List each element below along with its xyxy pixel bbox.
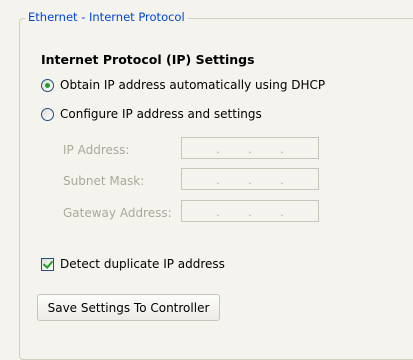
save-settings-button[interactable]: Save Settings To Controller bbox=[37, 294, 220, 321]
octet-separator: . bbox=[280, 143, 284, 156]
ip-address-input[interactable]: . . . bbox=[181, 137, 319, 159]
octet-separator: . bbox=[280, 206, 284, 219]
octet-separator: . bbox=[216, 174, 220, 187]
subnet-mask-input[interactable]: . . . bbox=[181, 168, 319, 190]
radio-selected-dot-icon bbox=[45, 82, 50, 88]
section-heading: Internet Protocol (IP) Settings bbox=[41, 52, 255, 67]
octet-separator: . bbox=[280, 174, 284, 187]
dhcp-radio-label[interactable]: Obtain IP address automatically using DH… bbox=[60, 78, 325, 92]
octet-separator: . bbox=[248, 174, 252, 187]
checkmark-icon bbox=[42, 257, 54, 269]
groupbox-title: Ethernet - Internet Protocol bbox=[25, 10, 188, 24]
static-ip-radio-option[interactable]: Configure IP address and settings bbox=[41, 107, 262, 121]
subnet-mask-label: Subnet Mask: bbox=[63, 174, 145, 188]
gateway-address-label: Gateway Address: bbox=[63, 206, 172, 220]
ip-address-label: IP Address: bbox=[63, 143, 130, 157]
octet-separator: . bbox=[216, 206, 220, 219]
octet-separator: . bbox=[248, 143, 252, 156]
octet-separator: . bbox=[216, 143, 220, 156]
dhcp-radio-option[interactable]: Obtain IP address automatically using DH… bbox=[41, 78, 325, 92]
gateway-address-input[interactable]: . . . bbox=[181, 200, 319, 222]
octet-separator: . bbox=[248, 206, 252, 219]
static-ip-radio-button[interactable] bbox=[41, 107, 54, 121]
detect-duplicate-checkbox[interactable] bbox=[41, 257, 54, 271]
detect-duplicate-label[interactable]: Detect duplicate IP address bbox=[60, 257, 225, 271]
static-ip-radio-label[interactable]: Configure IP address and settings bbox=[60, 107, 262, 121]
detect-duplicate-option[interactable]: Detect duplicate IP address bbox=[41, 257, 225, 271]
dhcp-radio-button[interactable] bbox=[41, 78, 54, 92]
